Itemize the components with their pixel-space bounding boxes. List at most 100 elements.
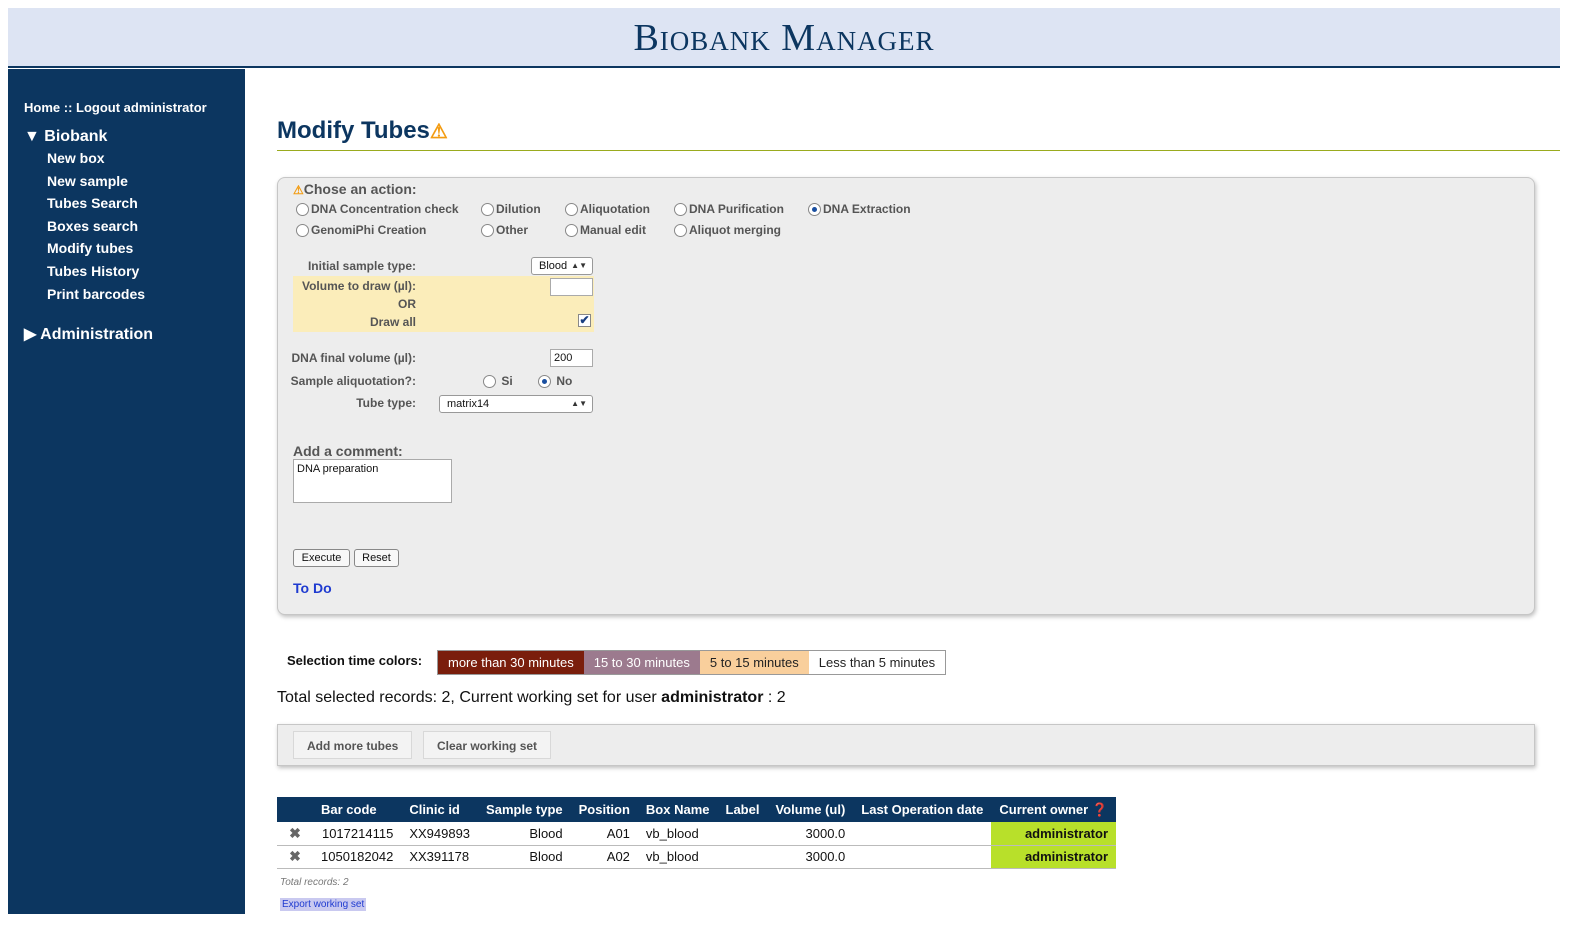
action-manual-edit[interactable]: Manual edit — [565, 223, 646, 237]
action-genomiphi-creation[interactable]: GenomiPhi Creation — [296, 223, 426, 237]
action-dna-extraction[interactable]: DNA Extraction — [808, 202, 911, 216]
sidebar-item-modify-tubes[interactable]: Modify tubes — [47, 237, 145, 260]
radio-button[interactable] — [296, 223, 309, 237]
action-label: Dilution — [496, 202, 541, 216]
legend-15-to-30: 15 to 30 minutes — [583, 651, 700, 674]
volume-cell: 3000.0 — [767, 845, 854, 869]
select-arrows-icon: ▲▼ — [571, 399, 587, 408]
action-label: DNA Purification — [689, 202, 784, 216]
logout-link[interactable]: Logout administrator — [76, 100, 207, 115]
aliquotation-no-option[interactable]: No — [538, 374, 572, 388]
biobank-menu: New box New sample Tubes Search Boxes se… — [47, 147, 145, 305]
remove-row-cell[interactable]: ✖ — [277, 845, 313, 869]
app-title: Biobank Manager — [633, 17, 935, 59]
position-cell: A02 — [570, 845, 638, 869]
select-arrows-icon: ▲▼ — [571, 261, 587, 270]
action-label: DNA Extraction — [823, 202, 911, 216]
radio-button[interactable] — [565, 202, 578, 216]
app-header: Biobank Manager — [8, 8, 1560, 68]
remove-x-icon[interactable]: ✖ — [289, 848, 301, 864]
action-dilution[interactable]: Dilution — [481, 202, 541, 216]
summary-suffix: : 2 — [763, 689, 786, 706]
biobank-section[interactable]: ▼ Biobank — [24, 128, 107, 146]
column-header-clinic-id[interactable]: Clinic id — [401, 797, 479, 822]
column-header-current-owner[interactable]: Current owner ❓ — [991, 797, 1117, 822]
table-row: ✖ 1050182042 XX391178 Blood A02 vb_blood… — [277, 845, 1117, 869]
initial-sample-type-select[interactable]: Blood ▲▼ — [531, 257, 593, 275]
radio-button[interactable] — [674, 202, 687, 216]
action-dna-concentration-check[interactable]: DNA Concentration check — [296, 202, 459, 216]
triangle-down-icon: ▼ — [24, 128, 40, 145]
current-owner-cell: administrator — [991, 845, 1117, 869]
last-operation-date-cell — [853, 822, 992, 846]
chose-action-text: Chose an action: — [303, 181, 417, 197]
reset-button[interactable]: Reset — [354, 549, 399, 567]
tube-type-select[interactable]: matrix14 ▲▼ — [439, 395, 593, 413]
sidebar-item-new-box[interactable]: New box — [47, 147, 145, 170]
sidebar-item-tubes-history[interactable]: Tubes History — [47, 260, 145, 283]
dna-final-volume-input[interactable]: 200 — [550, 349, 593, 367]
radio-button[interactable] — [481, 202, 494, 216]
add-more-tubes-button[interactable]: Add more tubes — [293, 731, 413, 759]
action-aliquot-merging[interactable]: Aliquot merging — [674, 223, 781, 237]
radio-button[interactable] — [483, 374, 496, 388]
title-divider — [277, 150, 1560, 151]
sidebar-item-print-barcodes[interactable]: Print barcodes — [47, 283, 145, 306]
warning-icon: ⚠ — [429, 121, 448, 143]
summary-user: administrator — [661, 689, 764, 706]
radio-button[interactable] — [481, 223, 494, 237]
current-owner-cell: administrator — [991, 822, 1117, 846]
sidebar-item-new-sample[interactable]: New sample — [47, 170, 145, 193]
radio-button[interactable] — [296, 202, 309, 216]
home-link[interactable]: Home — [24, 100, 60, 115]
column-header-box-name[interactable]: Box Name — [637, 797, 718, 822]
remove-row-cell[interactable]: ✖ — [277, 822, 313, 846]
initial-sample-type-value: Blood — [539, 260, 568, 272]
sidebar: Home :: Logout administrator ▼ Biobank N… — [8, 69, 245, 914]
radio-button-selected[interactable] — [808, 202, 821, 216]
action-label: Aliquot merging — [689, 223, 781, 237]
column-header-position[interactable]: Position — [570, 797, 638, 822]
administration-section-label: Administration — [40, 326, 154, 343]
initial-sample-type-label: Initial sample type: — [307, 259, 416, 273]
column-header-bar-code[interactable]: Bar code — [313, 797, 402, 822]
radio-button[interactable] — [674, 223, 687, 237]
volume-to-draw-input[interactable] — [550, 278, 593, 296]
page-title-text: Modify Tubes — [277, 117, 430, 144]
sidebar-item-boxes-search[interactable]: Boxes search — [47, 215, 145, 238]
total-records-label: Total records: 2 — [280, 877, 349, 888]
column-header-volume[interactable]: Volume (ul) — [767, 797, 854, 822]
export-working-set-link[interactable]: Export working set — [280, 898, 367, 911]
todo-link[interactable]: To Do — [293, 580, 332, 596]
barcode-cell: 1050182042 — [313, 845, 402, 869]
position-cell: A01 — [570, 822, 638, 846]
or-label: OR — [398, 297, 416, 311]
clear-working-set-button[interactable]: Clear working set — [423, 731, 552, 759]
table-header-row: Bar code Clinic id Sample type Position … — [277, 797, 1117, 822]
execute-button[interactable]: Execute — [293, 549, 350, 567]
sample-type-cell: Blood — [478, 845, 571, 869]
column-header-label[interactable]: Label — [717, 797, 768, 822]
tube-type-value: matrix14 — [447, 398, 490, 410]
administration-section[interactable]: ▶ Administration — [24, 324, 153, 344]
warning-icon: ⚠ — [293, 183, 304, 197]
action-other[interactable]: Other — [481, 223, 528, 237]
radio-button[interactable] — [565, 223, 578, 237]
draw-all-checkbox[interactable]: ✔ — [578, 314, 591, 327]
action-dna-purification[interactable]: DNA Purification — [674, 202, 784, 216]
column-header-last-operation-date[interactable]: Last Operation date — [853, 797, 992, 822]
box-name-cell: vb_blood — [637, 845, 718, 869]
sidebar-item-tubes-search[interactable]: Tubes Search — [47, 192, 145, 215]
comment-textarea[interactable]: DNA preparation — [293, 459, 452, 503]
volume-to-draw-label: Volume to draw (µl): — [301, 279, 416, 293]
aliquotation-si-option[interactable]: Si — [483, 374, 513, 388]
remove-x-icon[interactable]: ✖ — [289, 825, 301, 841]
dna-final-volume-label: DNA final volume (µl): — [291, 351, 416, 365]
current-owner-header-text: Current owner — [999, 801, 1089, 817]
triangle-right-icon: ▶ — [24, 326, 37, 343]
column-header-sample-type[interactable]: Sample type — [478, 797, 571, 822]
help-icon[interactable]: ❓ — [1092, 802, 1108, 817]
volume-cell: 3000.0 — [767, 822, 854, 846]
action-aliquotation[interactable]: Aliquotation — [565, 202, 650, 216]
radio-button-selected[interactable] — [538, 374, 551, 388]
